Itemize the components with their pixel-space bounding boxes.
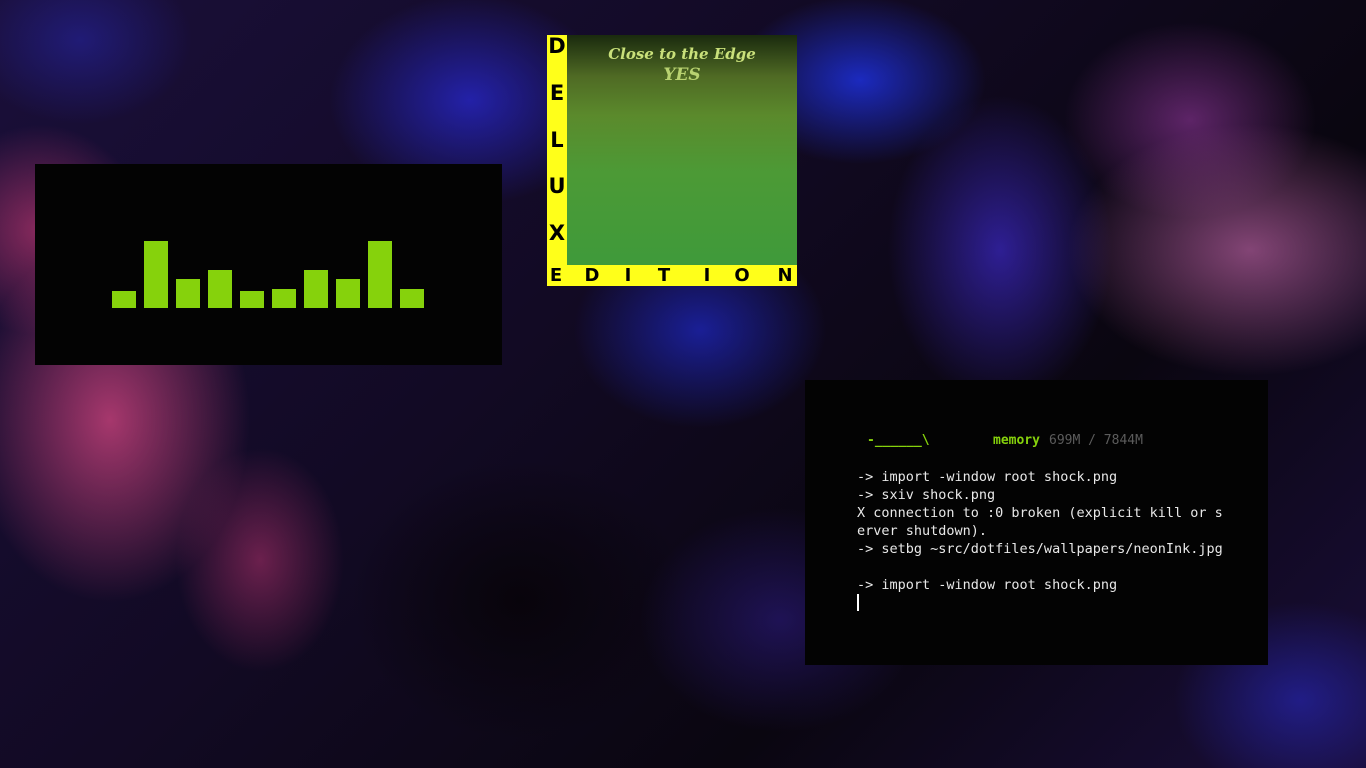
terminal-line: -> sxiv shock.png — [857, 487, 996, 503]
terminal-line: -> import -window root shock.png — [857, 577, 1118, 593]
edition-letter: T — [657, 265, 671, 286]
memory-label: memory — [993, 433, 1040, 448]
memory-value: 699M / 7844M — [1049, 433, 1143, 448]
terminal-line: X connection to :0 broken (explicit kill… — [857, 505, 1223, 539]
album-art: Close to the Edge YES D E L U X E D I T … — [547, 35, 797, 286]
edition-letter: D — [584, 265, 600, 286]
edition-letter: I — [703, 265, 711, 286]
visualizer-bar — [112, 291, 136, 308]
visualizer-bar — [400, 289, 424, 308]
desktop-wallpaper: Close to the Edge YES D E L U X E D I T … — [0, 0, 1366, 768]
audio-visualizer — [35, 164, 502, 365]
edition-letter: I — [624, 265, 632, 286]
edition-letter: O — [734, 265, 750, 286]
edition-letter: N — [777, 265, 793, 286]
visualizer-bar — [304, 270, 328, 308]
deluxe-letter: U — [548, 174, 566, 198]
prompt-art: -______\ — [867, 433, 930, 448]
terminal-line: -> import -window root shock.png — [857, 469, 1118, 485]
edition-label: E D I T I O N — [547, 266, 797, 286]
visualizer-bar — [368, 241, 392, 308]
visualizer-bar — [176, 279, 200, 308]
terminal-line: -> setbg ~src/dotfiles/wallpapers/neonIn… — [857, 541, 1223, 557]
terminal-output: -> import -window root shock.png -> sxiv… — [857, 468, 1227, 594]
deluxe-letter: E — [549, 81, 565, 105]
visualizer-bar — [272, 289, 296, 308]
visualizer-bar — [240, 291, 264, 308]
visualizer-bar — [144, 241, 168, 308]
visualizer-bar — [208, 270, 232, 308]
deluxe-letter: X — [548, 221, 566, 245]
album-band: YES — [663, 65, 701, 85]
album-title: Close to the Edge — [608, 45, 756, 63]
visualizer-bar — [336, 279, 360, 308]
deluxe-letter: D — [548, 34, 566, 58]
terminal-window[interactable]: -______\ memory 699M / 7844M -> import -… — [805, 380, 1268, 665]
deluxe-letter: L — [550, 128, 564, 152]
terminal-cursor[interactable] — [857, 594, 859, 611]
edition-letter: E — [549, 265, 563, 286]
album-cover: Close to the Edge YES — [567, 35, 797, 265]
